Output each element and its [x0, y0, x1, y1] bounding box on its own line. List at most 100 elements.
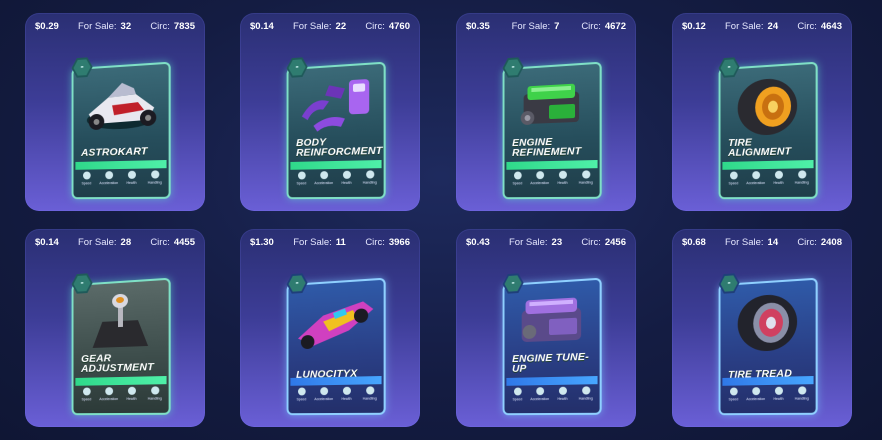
circ-count: 3966	[388, 236, 410, 248]
attr-acceleration: Acceleration	[529, 171, 551, 185]
circ-label: Circ:	[150, 20, 170, 32]
speed-icon	[297, 171, 306, 180]
nft-card-lunocityx[interactable]: $1.30 For Sale: 11 Circ: 3966 - LUNOCITYX …	[240, 229, 420, 427]
name-band	[290, 159, 382, 170]
nft-name: BODY REINFORCMENT	[296, 136, 383, 159]
attr-speed: Speed	[291, 387, 312, 401]
for-sale-count: 28	[120, 236, 132, 248]
card-stats: $0.14 For Sale: 22 Circ: 4760	[250, 19, 410, 33]
nft-image: - ENGINE TUNE-UP Speed Acceleration Heal…	[502, 278, 602, 416]
acceleration-icon	[751, 387, 760, 396]
nft-image: - TIRE TREAD Speed Acceleration Health H…	[718, 278, 818, 416]
nft-card-engine-tune-up[interactable]: $0.43 For Sale: 23 Circ: 2456 - ENGINE TUN…	[456, 229, 636, 427]
circ-label: Circ:	[797, 20, 817, 32]
handling-icon	[581, 170, 590, 179]
handling-icon	[797, 170, 806, 179]
for-sale-count: 7	[554, 20, 560, 32]
attribute-row: Speed Acceleration Health Handling	[75, 386, 166, 409]
body-parts-illustration	[301, 78, 370, 132]
nft-card-body-reinforcment[interactable]: $0.14 For Sale: 22 Circ: 4760 - BODY REINF…	[240, 13, 420, 211]
nft-name: ENGINE TUNE-UP	[512, 350, 589, 375]
race-car-illustration	[298, 300, 374, 350]
nft-card-astrokart[interactable]: $0.29 For Sale: 32 Circ: 7835 - ASTROKART …	[25, 13, 205, 211]
attr-handling: Handling	[144, 170, 167, 185]
attr-handling: Handling	[359, 386, 382, 401]
card-stats: $1.30 For Sale: 11 Circ: 3966	[250, 235, 410, 249]
for-sale-count: 24	[767, 20, 779, 32]
circ-label: Circ:	[797, 236, 817, 248]
acceleration-icon	[535, 171, 544, 180]
attr-health: Health	[551, 386, 573, 401]
rarity-hex-badge: -	[503, 57, 524, 78]
price: $0.29	[35, 20, 59, 32]
nft-card-tire-alignment[interactable]: $0.12 For Sale: 24 Circ: 4643 - TIRE ALIGN…	[672, 13, 852, 211]
rarity-hex-badge: -	[287, 273, 308, 294]
speed-icon	[513, 387, 522, 396]
nft-name: GEAR ADJUSTMENT	[81, 352, 154, 375]
attribute-row: Speed Acceleration Health Handling	[290, 386, 381, 409]
circ-count: 4643	[820, 20, 842, 32]
engine-illustration	[520, 83, 580, 126]
name-band	[722, 375, 814, 386]
speed-icon	[513, 171, 522, 180]
nft-image: - LUNOCITYX Speed Acceleration Health Ha…	[286, 278, 386, 416]
card-stats: $0.29 For Sale: 32 Circ: 7835	[35, 19, 195, 33]
attr-health: Health	[767, 386, 789, 401]
acceleration-icon	[535, 387, 544, 396]
attr-speed: Speed	[76, 387, 97, 401]
nft-card-tire-tread[interactable]: $0.68 For Sale: 14 Circ: 2408 - TIRE TREAD…	[672, 229, 852, 427]
name-band	[506, 375, 598, 386]
nft-image: - ENGINE REFINEMENT Speed Acceleration H…	[502, 62, 602, 200]
circ-count: 2456	[604, 236, 626, 248]
attr-health: Health	[335, 386, 357, 401]
rarity-hex-badge: -	[719, 273, 740, 294]
speed-icon	[82, 387, 91, 396]
nft-card-engine-refinement[interactable]: $0.35 For Sale: 7 Circ: 4672 - ENGINE REFI…	[456, 13, 636, 211]
attribute-row: Speed Acceleration Health Handling	[75, 170, 166, 193]
speed-icon	[82, 171, 91, 180]
rarity-hex-badge: -	[72, 273, 93, 294]
for-sale-label: For Sale:	[511, 20, 551, 32]
rarity-hex-badge: -	[287, 57, 308, 78]
nft-name: TIRE ALIGNMENT	[728, 136, 792, 159]
circ-label: Circ:	[581, 20, 601, 32]
marketplace-grid: $0.29 For Sale: 32 Circ: 7835 - ASTROKART …	[0, 0, 882, 440]
nft-card-gear-adjustment[interactable]: $0.14 For Sale: 28 Circ: 4455 - GEAR ADJUS…	[25, 229, 205, 427]
card-stats: $0.12 For Sale: 24 Circ: 4643	[682, 19, 842, 33]
circ-count: 4455	[173, 236, 195, 248]
for-sale-label: For Sale:	[508, 236, 548, 248]
rarity-hex-badge: -	[503, 273, 524, 294]
card-stats: $0.68 For Sale: 14 Circ: 2408	[682, 235, 842, 249]
name-band	[75, 159, 167, 170]
price: $0.14	[250, 20, 274, 32]
acceleration-icon	[104, 171, 113, 180]
attr-handling: Handling	[144, 386, 167, 401]
circ-count: 7835	[173, 20, 195, 32]
attr-speed: Speed	[76, 171, 97, 185]
circ-label: Circ:	[150, 236, 170, 248]
attr-acceleration: Acceleration	[313, 171, 335, 185]
handling-icon	[150, 170, 159, 179]
attr-acceleration: Acceleration	[529, 387, 551, 401]
health-icon	[127, 386, 136, 395]
acceleration-icon	[319, 171, 328, 180]
attr-handling: Handling	[791, 170, 814, 185]
for-sale-label: For Sale:	[77, 236, 117, 248]
name-band	[506, 159, 598, 170]
attr-handling: Handling	[575, 386, 598, 401]
attr-health: Health	[551, 170, 573, 185]
name-band	[722, 159, 814, 170]
for-sale-count: 14	[767, 236, 779, 248]
for-sale-count: 11	[335, 236, 346, 248]
nft-image: - BODY REINFORCMENT Speed Acceleration H…	[286, 62, 386, 200]
attr-health: Health	[335, 170, 357, 185]
attribute-row: Speed Acceleration Health Handling	[722, 170, 813, 193]
for-sale-label: For Sale:	[724, 20, 764, 32]
handling-icon	[797, 386, 806, 395]
attr-acceleration: Acceleration	[745, 171, 767, 185]
price: $0.14	[35, 236, 59, 248]
acceleration-icon	[104, 387, 113, 396]
health-icon	[774, 170, 783, 179]
for-sale-label: For Sale:	[293, 236, 332, 248]
nft-image: - TIRE ALIGNMENT Speed Acceleration Heal…	[718, 62, 818, 200]
